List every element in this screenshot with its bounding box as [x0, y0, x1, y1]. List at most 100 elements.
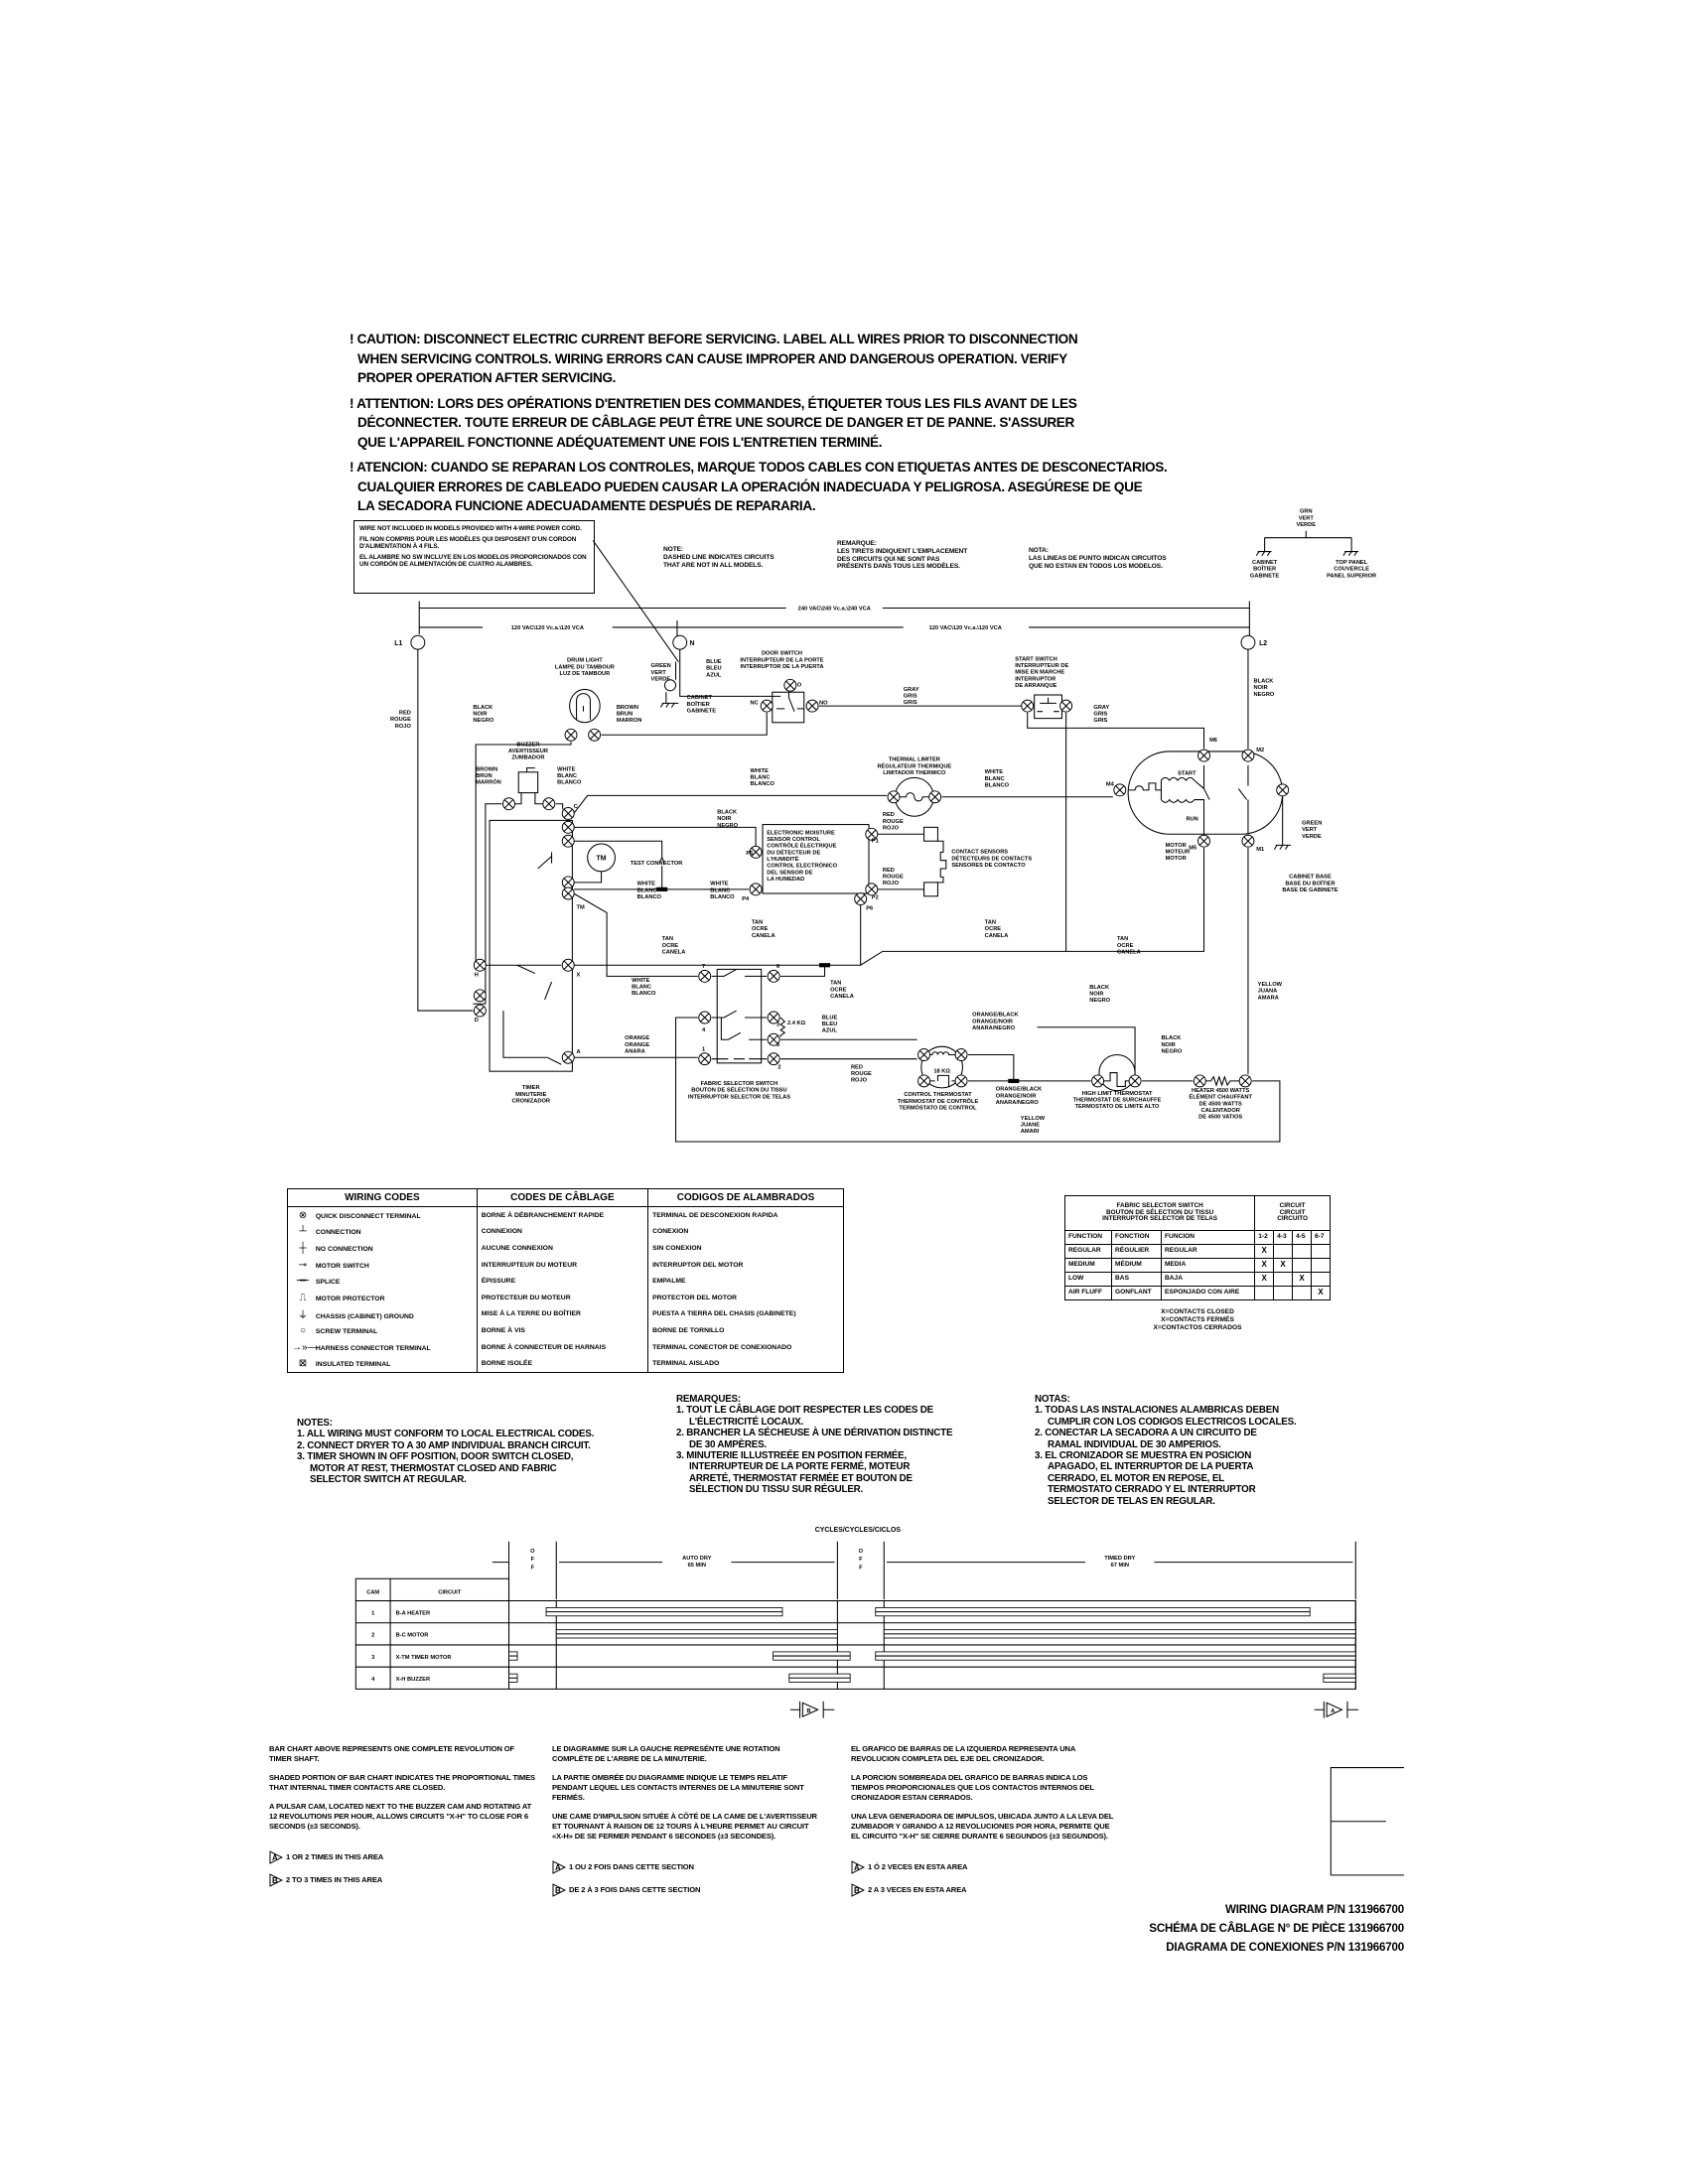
- label-timer: TIMER MINUTERIE CRONIZADOR: [511, 1085, 550, 1104]
- svg-text:M1: M1: [1256, 847, 1264, 853]
- label-line: TEST CONNECTOR: [631, 861, 683, 867]
- quick-disconnect-terminal-icon: [561, 958, 575, 972]
- label-line: NEGRO: [1089, 998, 1110, 1004]
- fabric-cell: [1273, 1286, 1294, 1300]
- wiring-code-row: ╼╾ SPLICE ÉPISSURE EMPALME: [287, 1273, 844, 1290]
- label-tan5: TAN OCRE CANELA: [1117, 936, 1141, 955]
- note-line: SELECTOR DE TELAS EN REGULAR.: [1048, 1495, 1215, 1507]
- quick-disconnect-terminal-icon: [542, 797, 556, 811]
- label-line: RED: [883, 868, 895, 874]
- header-wiring-codes: WIRING CODES: [287, 1188, 478, 1207]
- label-line: BLACK: [1089, 985, 1110, 991]
- note-line: DE 30 AMPÈRES.: [689, 1438, 767, 1450]
- label-line: VERDE: [651, 677, 671, 683]
- svg-text:M2: M2: [1256, 748, 1264, 753]
- code-fr: MISE À LA TERRE DU BOÎTIER: [476, 1305, 649, 1323]
- screw-terminal-N: [672, 634, 688, 650]
- quick-disconnect-terminal-icon: [1197, 749, 1210, 762]
- label-res-label: 2.4 KΩ: [787, 1021, 806, 1026]
- fabric-cell: X: [1254, 1272, 1275, 1287]
- code-en: CONNECTION: [315, 1229, 361, 1237]
- fabric-cell: REGULAR: [1063, 1244, 1113, 1259]
- label-line: VERT: [1302, 827, 1318, 833]
- quick-disconnect-terminal-icon: [1276, 783, 1290, 797]
- label-line: GRAY: [1093, 705, 1109, 711]
- label-line: BLACK: [473, 705, 493, 711]
- label-line: CANELA: [752, 933, 775, 939]
- cam-circuit: X-H BUZZER: [396, 1677, 430, 1683]
- legend-a-es: A1 Ó 2 VECES EN ESTA AREA: [851, 1860, 1119, 1874]
- label-tan4: TAN OCRE CANELA: [985, 920, 1009, 939]
- label-line: BLANCO: [751, 781, 775, 787]
- notes-es: NOTAS: 1. TODAS LAS INSTALACIONES ALAMBRI…: [1035, 1394, 1297, 1507]
- label-line: TIMER: [522, 1085, 540, 1091]
- label-tan2: TAN OCRE CANELA: [752, 920, 775, 939]
- label-black-p5: BLACK NOIR NEGRO: [717, 809, 738, 828]
- label-blue-n: BLUE BLEU AZUL: [706, 659, 722, 678]
- label-line: ANARA/NEGRO: [972, 1025, 1016, 1031]
- svg-text:B: B: [555, 1886, 561, 1895]
- label-line: BLANC: [710, 887, 730, 893]
- svg-text:P6: P6: [866, 906, 873, 912]
- label-line: CALENTADOR: [1200, 1108, 1239, 1114]
- label-green-n: GREEN VERT VERDE: [651, 663, 671, 682]
- quick-disconnect-terminal-icon: [805, 699, 819, 713]
- label-line: DEL SENSOR DE: [767, 870, 813, 876]
- label-line: 18 KΩ: [933, 1069, 950, 1075]
- label-tan3: TAN OCRE CANELA: [830, 981, 854, 1000]
- code-fr: BORNE À CONNECTEUR DE HARNAIS: [476, 1338, 649, 1356]
- wiring-codes-table: WIRING CODES CODES DE CÂBLAGE CODIGOS DE…: [287, 1188, 844, 1373]
- label-line: CABINET BASE: [1289, 875, 1332, 881]
- bar-notes-es: EL GRAFICO DE BARRAS DE LA IZQUIERDA REP…: [851, 1744, 1119, 1906]
- notes-fr: REMARQUES: 1. TOUT LE CÂBLAGE DOIT RESPEC…: [676, 1394, 953, 1496]
- code-es: PROTECTOR DEL MOTOR: [647, 1289, 844, 1306]
- fabric-cell: [1273, 1272, 1294, 1287]
- notes-en: NOTES: 1. ALL WIRING MUST CONFORM TO LOCA…: [297, 1418, 594, 1485]
- fabric-cell: MÉDIUM: [1111, 1258, 1163, 1273]
- harness-connector-icon: →»—: [292, 1341, 318, 1353]
- quick-disconnect-terminal-icon: [917, 1048, 931, 1061]
- label-line: CONTRÔLE ÉLECTRIQUE: [767, 842, 836, 850]
- label-line: RÉGULATEUR THERMIQUE: [877, 761, 951, 769]
- quick-disconnect-terminal-icon: [917, 1074, 931, 1088]
- label-yellow-m1: YELLOW JUANA AMARA: [1258, 982, 1283, 1001]
- marker-a-icon: A: [851, 1860, 866, 1874]
- label-line: THERMOSTAT DE CONTRÔLE: [898, 1097, 979, 1105]
- cam-number: 1: [371, 1610, 374, 1616]
- label-line: TAN: [662, 936, 673, 942]
- label-cabinet-n: CABINET BOÎTIER GABINETE: [687, 695, 717, 714]
- voltage-240-label: 240 VAC\240 Vc.a.\240 VCA: [798, 607, 871, 613]
- label-door-switch: DOOR SWITCH INTERRUPTEUR DE LA PORTE INTER…: [740, 651, 823, 670]
- marker-b-icon: B: [269, 1873, 284, 1887]
- label-blue-5: BLUE BLEU AZUL: [822, 1015, 838, 1033]
- cam-number: 4: [371, 1677, 375, 1683]
- marker-bracket: [1314, 1701, 1359, 1718]
- label-grn-top: GRN VERT VERDE: [1296, 509, 1316, 528]
- fabric-cell: [1310, 1244, 1332, 1259]
- section-name: AUTO DRY: [682, 1556, 712, 1562]
- label-line: CONTROL ELECTRÓNICO: [767, 862, 838, 870]
- svg-text:P5: P5: [746, 851, 753, 857]
- start-switch-icon: [1034, 694, 1062, 720]
- label-line: INTERRUPTEUR DE LA PORTE: [740, 657, 823, 663]
- label-line: JUANA: [1258, 989, 1278, 995]
- svg-text:D: D: [475, 1018, 479, 1024]
- label-red-p1: RED ROUGE ROJO: [883, 812, 904, 831]
- fabric-cell: BAJA: [1161, 1272, 1256, 1287]
- label-line: PANEL SUPERIOR: [1327, 573, 1376, 579]
- label-line: BLANCO: [985, 783, 1010, 789]
- quick-disconnect-terminal-icon: [588, 728, 602, 742]
- label-line: DOOR SWITCH: [762, 651, 802, 657]
- motor-icon: [1127, 751, 1284, 835]
- fabric-cell: X: [1273, 1258, 1294, 1273]
- label-line: ORANGE/BLACK: [996, 1087, 1043, 1093]
- marker-a-icon: A: [269, 1850, 284, 1864]
- label-line: BROWN: [617, 705, 638, 711]
- label-line: OCRE: [1117, 943, 1134, 949]
- svg-text:3: 3: [776, 1022, 779, 1027]
- wiring-schematic: 240 VAC\240 Vc.a.\240 VCA 120 VAC\120 Vc…: [354, 509, 1404, 1876]
- label-line: GRIS: [904, 694, 917, 700]
- label-line: GRN: [1300, 509, 1313, 515]
- fabric-cell: X: [1254, 1244, 1275, 1259]
- svg-text:5: 5: [776, 1042, 779, 1048]
